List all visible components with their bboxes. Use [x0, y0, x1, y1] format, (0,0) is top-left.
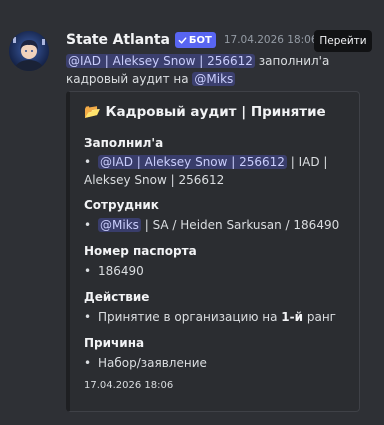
field-mention-author[interactable]: @IAD | Aleksey Snow | 256612	[98, 155, 287, 169]
field-value-passport: • 186490	[84, 264, 144, 278]
field-value-filled-by: • @IAD | Aleksey Snow | 256612 | IAD | Al…	[84, 155, 328, 187]
bullet: •	[84, 218, 92, 232]
bot-badge-label: БОТ	[188, 34, 212, 46]
bullet: •	[84, 264, 92, 278]
goto-button[interactable]: Перейти	[314, 30, 372, 52]
field-value-action: • Принятие в организацию на 1-й ранг	[84, 310, 336, 324]
field-name-reason: Причина	[84, 336, 145, 350]
verified-check-icon	[178, 36, 187, 44]
folder-icon: 📂	[84, 104, 101, 120]
field-name-action: Действие	[84, 290, 150, 304]
username[interactable]: State Atlanta	[66, 32, 170, 48]
bullet: •	[84, 155, 92, 169]
field-value-employee: • @Miks | SA / Heiden Sarkusan / 186490	[84, 218, 340, 232]
mention-author[interactable]: @IAD | Aleksey Snow | 256612	[66, 54, 255, 68]
message-content: @IAD | Aleksey Snow | 256612 заполнил'а …	[66, 52, 366, 88]
field-name-employee: Сотрудник	[84, 198, 159, 212]
field-mention-employee[interactable]: @Miks	[98, 218, 141, 232]
message-timestamp: 17.04.2026 18:06	[223, 34, 318, 46]
embed-footer-timestamp: 17.04.2026 18:06	[84, 380, 174, 391]
mention-employee[interactable]: @Miks	[192, 72, 236, 86]
embed-title-text: Кадровый аудит | Принятие	[105, 104, 326, 120]
bullet: •	[84, 356, 92, 370]
message: State Atlanta БОТ 17.04.2026 18:06 Перей…	[0, 0, 384, 425]
bot-badge: БОТ	[174, 32, 216, 48]
message-header: State Atlanta БОТ 17.04.2026 18:06	[66, 30, 318, 50]
embed-title: 📂 Кадровый аудит | Принятие	[84, 104, 326, 120]
field-name-filled-by: Заполнил'а	[84, 136, 164, 150]
content-text-2: кадровый аудит на	[66, 72, 193, 86]
avatar[interactable]	[9, 31, 49, 71]
field-name-passport: Номер паспорта	[84, 244, 197, 258]
embed: 📂 Кадровый аудит | Принятие Заполнил'а •…	[66, 91, 360, 412]
avatar-image	[9, 31, 49, 71]
content-text-1: заполнил'а	[254, 54, 330, 68]
bullet: •	[84, 310, 92, 324]
field-value-reason: • Набор/заявление	[84, 356, 207, 370]
